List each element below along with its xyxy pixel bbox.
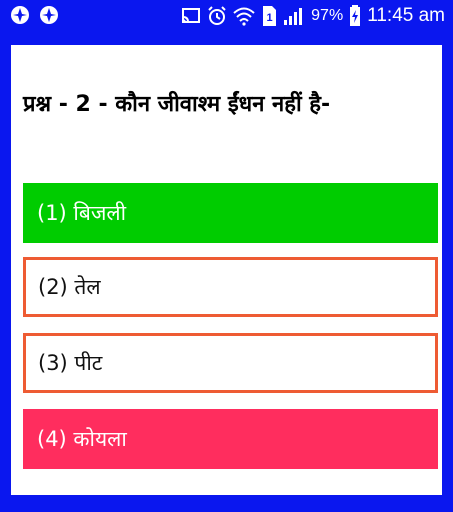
wifi-icon [233, 7, 255, 26]
alarm-icon [208, 6, 226, 25]
app-icon [40, 6, 58, 24]
status-bar: 1 97% 11:45 am [0, 0, 453, 33]
sim-icon: 1 [263, 6, 277, 26]
question-text: प्रश्न - 2 - कौन जीवाश्म ईंधन नहीं है- [23, 92, 331, 117]
option-2-button[interactable]: (2) तेल [23, 257, 438, 317]
status-left [10, 5, 59, 25]
signal-icon [284, 8, 303, 25]
clock-time: 11:45 am [367, 5, 445, 26]
option-3-button[interactable]: (3) पीट [23, 333, 438, 393]
option-1-label: (1) बिजली [37, 201, 127, 225]
app-icon [11, 6, 29, 24]
quiz-card: प्रश्न - 2 - कौन जीवाश्म ईंधन नहीं है- (… [11, 45, 442, 495]
battery-percent: 97% [311, 7, 344, 24]
cast-icon [182, 8, 201, 23]
status-right: 1 97% 11:45 am [181, 4, 445, 28]
option-4-button[interactable]: (4) कोयला [23, 409, 438, 469]
battery-charging-icon [350, 5, 361, 26]
option-2-label: (2) तेल [38, 275, 101, 299]
option-3-label: (3) पीट [38, 351, 103, 375]
option-4-label: (4) कोयला [37, 427, 127, 451]
option-1-button[interactable]: (1) बिजली [23, 183, 438, 243]
svg-text:1: 1 [267, 12, 273, 24]
